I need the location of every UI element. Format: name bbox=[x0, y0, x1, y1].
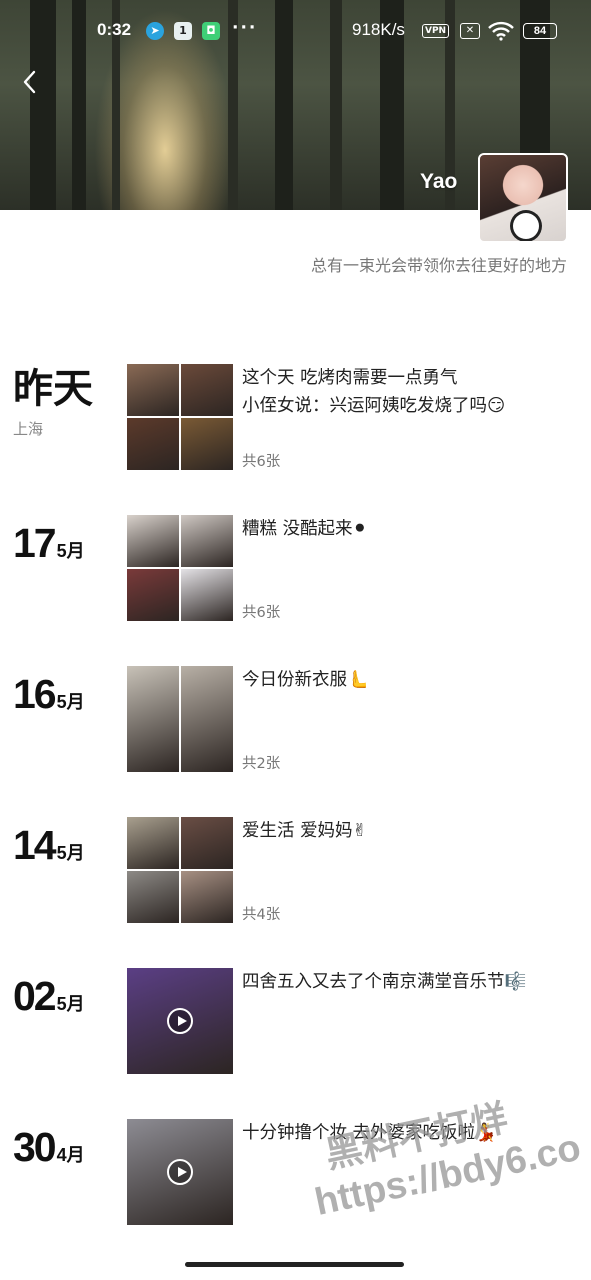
play-icon[interactable] bbox=[167, 1159, 193, 1185]
no-sim-icon: ✕ bbox=[460, 23, 480, 39]
wechat-icon: ◘ bbox=[202, 22, 220, 40]
network-speed: 918K/s bbox=[352, 20, 405, 39]
post-photo[interactable] bbox=[127, 569, 179, 621]
post-photo[interactable] bbox=[127, 666, 179, 772]
watermark: 黑料不打烊 https://bdy6.co bbox=[300, 1074, 584, 1225]
post-photo[interactable] bbox=[127, 364, 179, 416]
post-thumbnails[interactable] bbox=[127, 1119, 233, 1225]
post-photo[interactable] bbox=[181, 817, 233, 869]
status-bar: 0:32 ➤ 1 ◘ ··· 918K/s VPN ✕ 84 bbox=[0, 18, 591, 46]
photo-count: 共6张 bbox=[242, 454, 281, 470]
post-date: 02 5月 bbox=[13, 974, 85, 1026]
status-time: 0:32 bbox=[97, 20, 132, 39]
wifi-icon bbox=[488, 21, 514, 41]
post-caption: 四舍五入又去了个南京满堂音乐节🎼 bbox=[242, 972, 527, 992]
profile-signature: 总有一束光会带领你去往更好的地方 bbox=[310, 256, 567, 275]
chevron-left-icon bbox=[23, 70, 36, 94]
post-date: 昨天 bbox=[13, 366, 93, 411]
post-location: 上海 bbox=[13, 420, 44, 438]
post-day: 17 bbox=[13, 520, 57, 566]
post-day: 14 bbox=[13, 822, 57, 868]
post-caption: 糟糕 没酷起来⚫ bbox=[242, 519, 368, 539]
photo-count: 共6张 bbox=[242, 605, 281, 621]
play-icon[interactable] bbox=[167, 1008, 193, 1034]
vpn-icon: VPN bbox=[422, 24, 450, 38]
post-day: 02 bbox=[13, 973, 57, 1019]
post-photo[interactable] bbox=[181, 666, 233, 772]
post-date: 16 5月 bbox=[13, 672, 85, 724]
post-caption: 今日份新衣服🫷 bbox=[242, 670, 369, 690]
telegram-icon: ➤ bbox=[146, 22, 164, 40]
post-thumbnails[interactable] bbox=[127, 364, 233, 470]
post-photo[interactable] bbox=[181, 364, 233, 416]
post-thumbnails[interactable] bbox=[127, 515, 233, 621]
post-month: 5月 bbox=[56, 692, 85, 712]
post-date: 30 4月 bbox=[13, 1125, 85, 1177]
post-day: 30 bbox=[13, 1124, 57, 1170]
more-notifications-icon: ··· bbox=[232, 18, 258, 38]
post-photo[interactable] bbox=[181, 418, 233, 470]
post-month: 4月 bbox=[56, 1145, 85, 1165]
photo-count: 共2张 bbox=[242, 756, 281, 772]
battery-indicator: 84 bbox=[523, 23, 557, 39]
post-caption: 这个天 吃烤肉需要一点勇气 bbox=[242, 368, 458, 388]
notification-app-icon: 1 bbox=[174, 22, 192, 40]
notification-app-icon-label: 1 bbox=[179, 24, 187, 37]
post-thumbnails[interactable] bbox=[127, 817, 233, 923]
post-date: 14 5月 bbox=[13, 823, 85, 875]
post-month: 5月 bbox=[56, 541, 85, 561]
photo-count: 共4张 bbox=[242, 907, 281, 923]
post-day: 16 bbox=[13, 671, 57, 717]
post-photo[interactable] bbox=[127, 515, 179, 567]
home-indicator[interactable] bbox=[185, 1262, 404, 1267]
post-date: 17 5月 bbox=[13, 521, 85, 573]
profile-name: Yao bbox=[420, 170, 458, 193]
post-photo[interactable] bbox=[181, 515, 233, 567]
post-photo[interactable] bbox=[181, 871, 233, 923]
back-button[interactable] bbox=[14, 64, 50, 100]
post-caption: 小侄女说：兴运阿姨吃发烧了吗😏 bbox=[242, 396, 506, 416]
post-photo[interactable] bbox=[127, 817, 179, 869]
post-caption: 爱生活 爱妈妈✌ bbox=[242, 821, 368, 841]
post-photo[interactable] bbox=[127, 418, 179, 470]
avatar[interactable] bbox=[478, 153, 568, 243]
post-month: 5月 bbox=[56, 994, 85, 1014]
post-thumbnails[interactable] bbox=[127, 968, 233, 1074]
post-day: 昨天 bbox=[13, 366, 93, 412]
post-photo[interactable] bbox=[127, 871, 179, 923]
post-thumbnails[interactable] bbox=[127, 666, 233, 772]
post-month: 5月 bbox=[56, 843, 85, 863]
post-photo[interactable] bbox=[181, 569, 233, 621]
panda-toy-icon bbox=[510, 210, 542, 241]
